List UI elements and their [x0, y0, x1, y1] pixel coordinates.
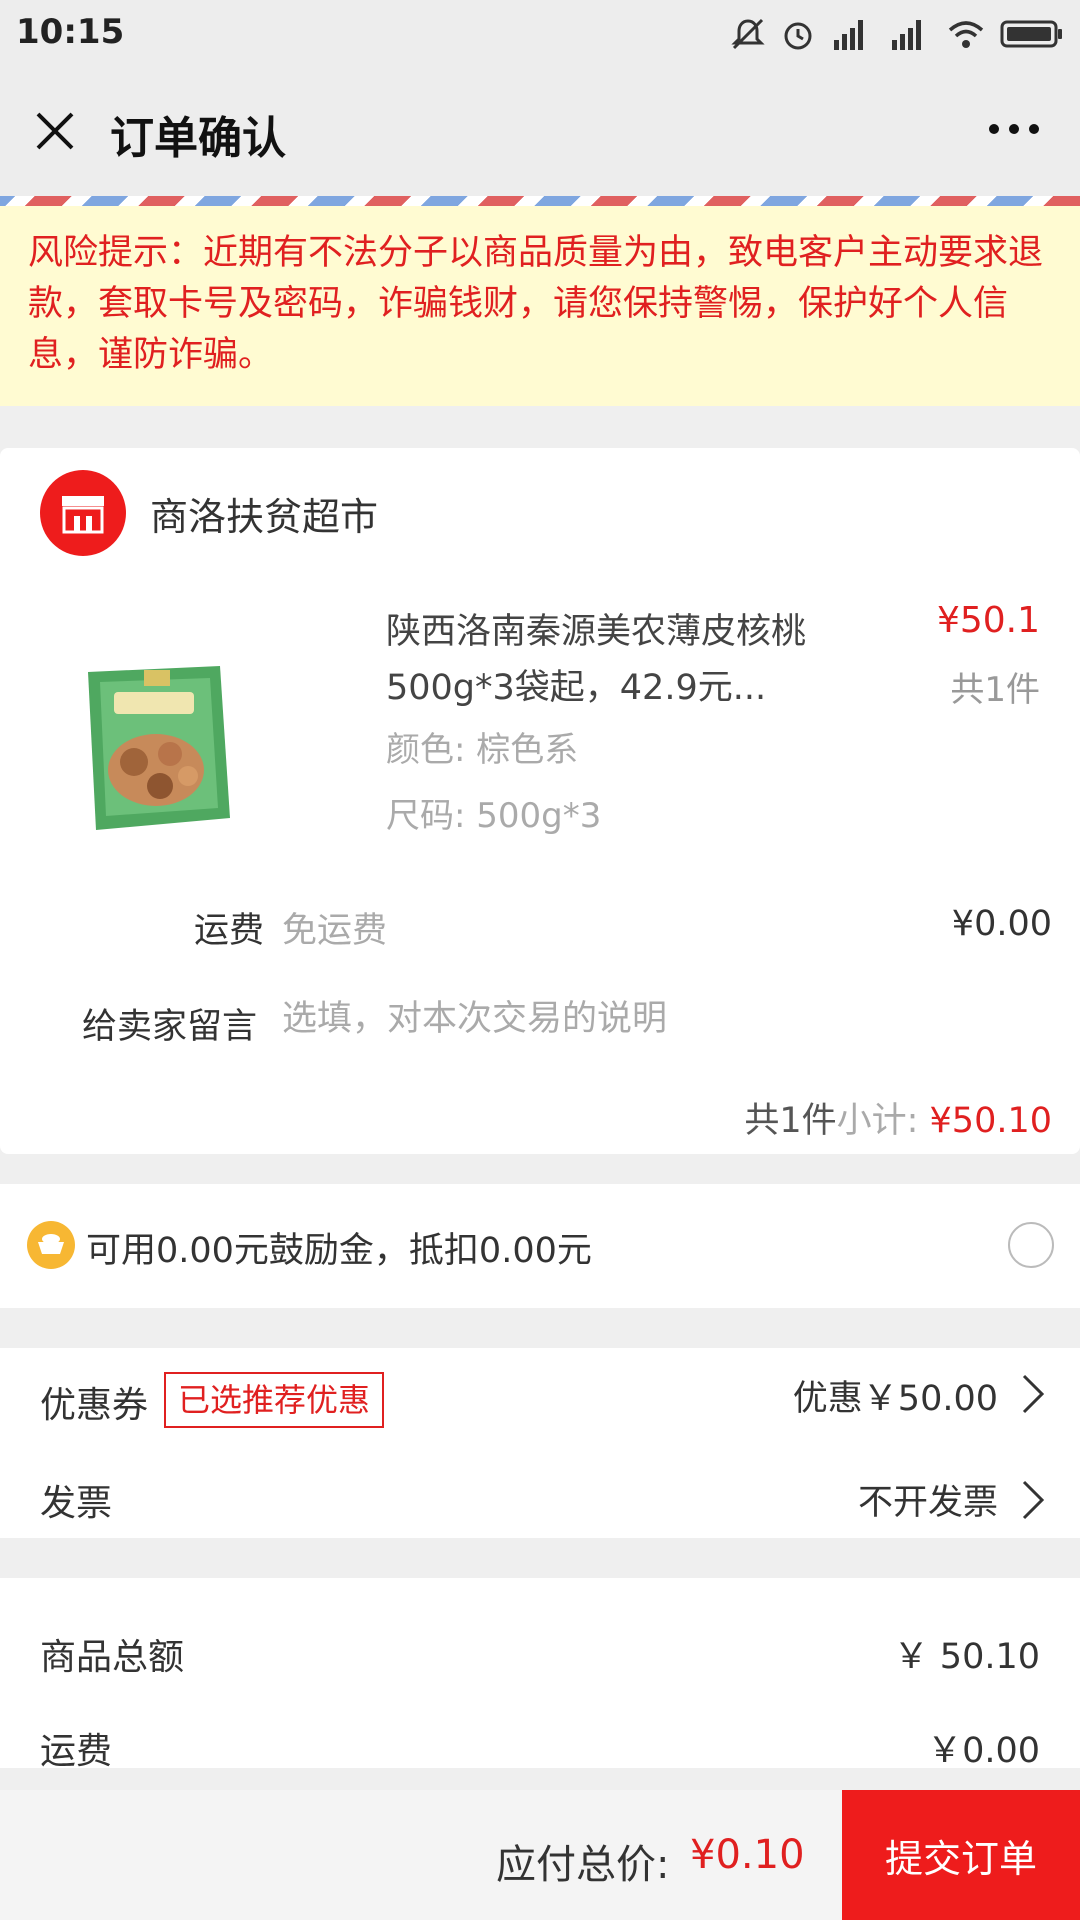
- subtotal: 共1件小计: ¥50.10: [744, 1092, 1052, 1143]
- status-icons: [730, 14, 1064, 54]
- options-section: 优惠券 已选推荐优惠 优惠￥50.00 发票 不开发票: [0, 1348, 1080, 1538]
- mute-icon: [731, 18, 765, 50]
- total-label: 应付总价:: [496, 1842, 670, 1888]
- reward-text: 可用0.00元鼓励金，抵扣0.00元: [86, 1231, 592, 1271]
- goods-total-value: ￥ 50.10: [893, 1637, 1040, 1677]
- store-icon: [40, 470, 126, 556]
- summary-shipping-label: 运费: [40, 1731, 113, 1772]
- product-size-spec: 尺码: 500g*3: [386, 796, 602, 836]
- submit-order-button[interactable]: 提交订单: [842, 1790, 1080, 1920]
- wifi-icon: [948, 21, 984, 48]
- seller-message-input[interactable]: [282, 994, 1022, 1044]
- battery-icon: [1000, 20, 1062, 48]
- shipping-value: 免运费: [282, 911, 388, 951]
- bottom-bar: 应付总价: ¥0.10 提交订单: [0, 1790, 1080, 1920]
- product-image[interactable]: [70, 658, 240, 836]
- chevron-right-icon[interactable]: [1020, 1372, 1046, 1416]
- product-title[interactable]: 陕西洛南秦源美农薄皮核桃500g*3袋起，42.9元...: [386, 604, 816, 716]
- invoice-value[interactable]: 不开发票: [858, 1474, 998, 1525]
- coupon-label: 优惠券: [40, 1385, 149, 1426]
- summary-shipping-value: ￥0.00: [927, 1731, 1040, 1771]
- coupon-value[interactable]: 优惠￥50.00: [793, 1370, 998, 1421]
- seller-message-label: 给卖家留言: [82, 1007, 258, 1047]
- close-icon[interactable]: [30, 106, 80, 156]
- subtotal-amount: ¥50.10: [929, 1101, 1052, 1141]
- signal-hd-icon: [892, 20, 921, 50]
- shipping-price: ¥0.00: [951, 904, 1052, 944]
- airmail-stripe: [0, 196, 1080, 206]
- risk-notice: 风险提示：近期有不法分子以商品质量为由，致电客户主动要求退款，套取卡号及密码，诈…: [0, 206, 1080, 406]
- total-amount: ¥0.10: [690, 1832, 805, 1878]
- invoice-label: 发票: [40, 1483, 113, 1524]
- chevron-right-icon[interactable]: [1020, 1478, 1046, 1522]
- goods-total-label: 商品总额: [40, 1637, 185, 1678]
- product-price: ¥50.1: [936, 600, 1040, 641]
- signal-hd-icon: [834, 20, 863, 50]
- product-color-spec: 颜色: 棕色系: [386, 730, 579, 770]
- subtotal-label: 小计:: [836, 1101, 930, 1141]
- price-summary: 商品总额 ￥ 50.10 运费 ￥0.00: [0, 1578, 1080, 1772]
- coin-icon: [27, 1221, 75, 1269]
- product-quantity: 共1件: [950, 670, 1040, 710]
- subtotal-quantity: 共1件: [744, 1101, 837, 1141]
- shop-name[interactable]: 商洛扶贫超市: [150, 486, 378, 541]
- alarm-icon: [784, 22, 812, 50]
- status-time: 10:15: [16, 12, 125, 52]
- reward-row[interactable]: 可用0.00元鼓励金，抵扣0.00元: [0, 1184, 1080, 1308]
- shipping-label: 运费: [194, 911, 265, 951]
- page-title: 订单确认: [110, 113, 286, 164]
- more-icon[interactable]: [984, 114, 1044, 144]
- nav-bar: 订单确认: [0, 66, 1080, 196]
- coupon-badge: 已选推荐优惠: [164, 1372, 385, 1428]
- status-bar: 10:15: [0, 0, 1080, 66]
- reward-radio[interactable]: [1008, 1222, 1054, 1268]
